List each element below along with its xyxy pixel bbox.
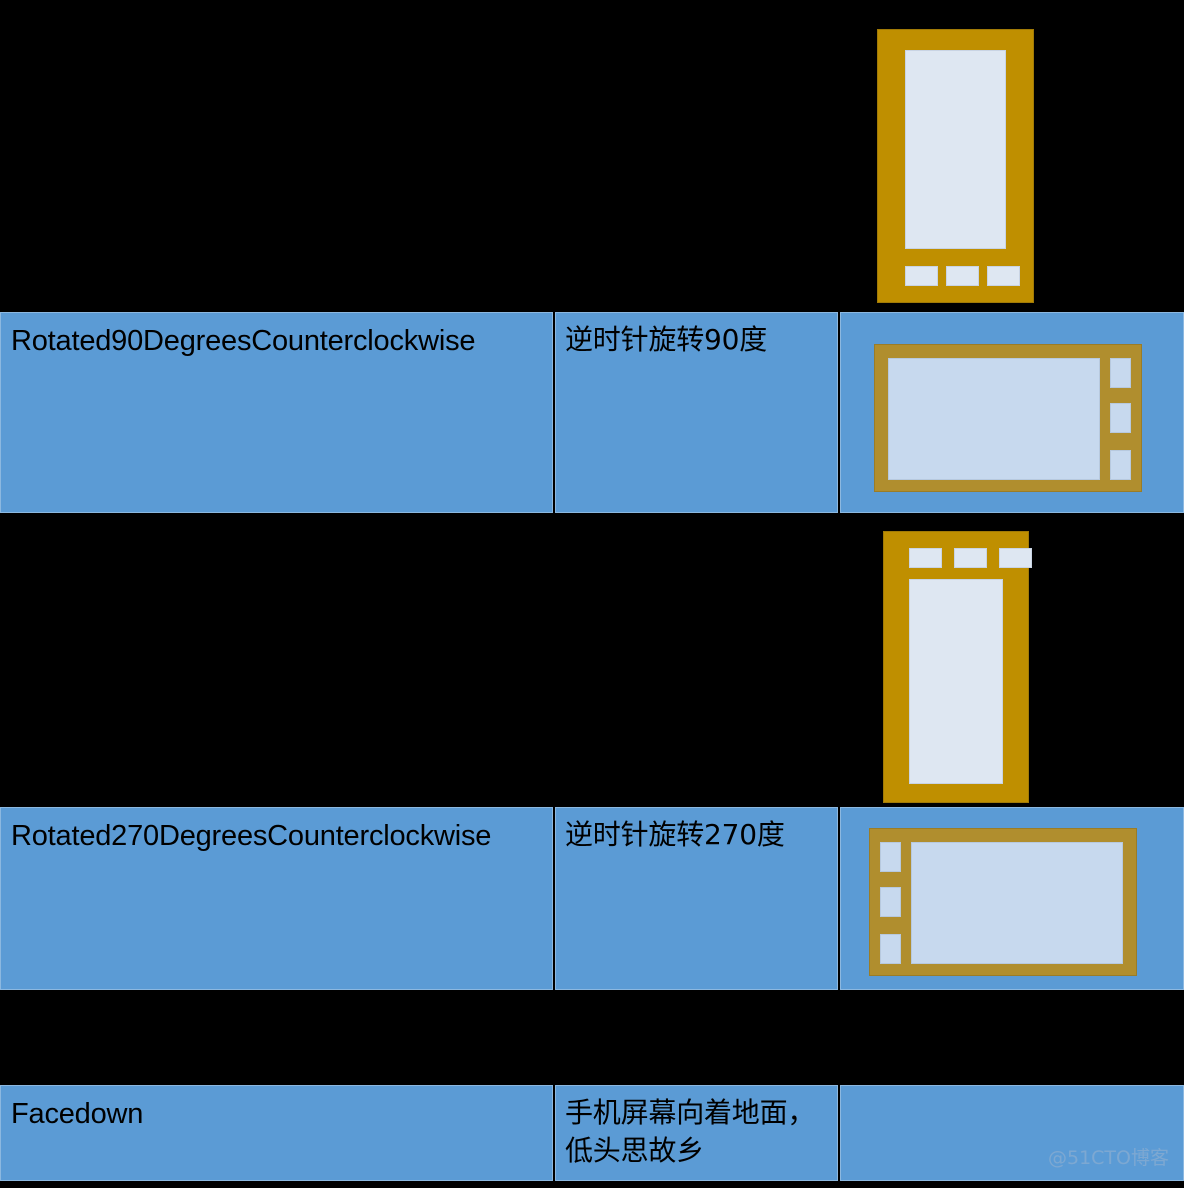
phone-button-2	[946, 266, 979, 286]
phone-button-1	[1110, 358, 1131, 388]
row-description-label: 逆时针旋转270度	[565, 818, 785, 851]
phone-button-3	[880, 934, 901, 964]
phone-screen	[909, 579, 1003, 784]
row-name-label: Rotated90DegreesCounterclockwise	[11, 325, 476, 357]
phone-portrait-buttons-top-icon	[883, 531, 1032, 803]
table-row: Rotated90DegreesCounterclockwise 逆时针旋转90…	[0, 312, 1184, 513]
row-name-cell[interactable]: Rotated270DegreesCounterclockwise	[0, 807, 553, 990]
table-row: Facedown 手机屏幕向着地面，低头思故乡 @51CTO博客	[0, 1085, 1184, 1181]
phone-button-3	[1110, 450, 1131, 480]
row-name-cell[interactable]: Facedown	[0, 1085, 553, 1181]
phone-button-2	[1110, 403, 1131, 433]
row-name-label: Rotated270DegreesCounterclockwise	[11, 820, 492, 852]
phone-portrait-buttons-bottom-icon	[877, 29, 1034, 303]
row-name-cell[interactable]: Rotated90DegreesCounterclockwise	[0, 312, 553, 513]
row-icon-cell[interactable]	[840, 807, 1184, 990]
phone-screen	[888, 358, 1100, 480]
table-row: Rotated270DegreesCounterclockwise 逆时针旋转2…	[0, 807, 1184, 990]
orientation-table-page: Rotated90DegreesCounterclockwise 逆时针旋转90…	[0, 0, 1184, 1188]
row-description-cell[interactable]: 逆时针旋转90度	[555, 312, 838, 513]
phone-screen	[911, 842, 1123, 964]
row-name-label: Facedown	[11, 1098, 144, 1130]
watermark-label: @51CTO博客	[1047, 1147, 1169, 1169]
row-icon-cell[interactable]: @51CTO博客	[840, 1085, 1184, 1181]
row-description-cell[interactable]: 手机屏幕向着地面，低头思故乡	[555, 1085, 838, 1181]
phone-button-2	[880, 887, 901, 917]
row-description-label: 手机屏幕向着地面，低头思故乡	[565, 1096, 816, 1167]
row-description-cell[interactable]: 逆时针旋转270度	[555, 807, 838, 990]
row-description-label: 逆时针旋转90度	[565, 323, 768, 356]
row-icon-cell[interactable]	[840, 312, 1184, 513]
phone-button-1	[909, 548, 942, 568]
phone-button-3	[987, 266, 1020, 286]
phone-button-1	[905, 266, 938, 286]
phone-landscape-buttons-right-icon	[874, 344, 1142, 492]
phone-landscape-buttons-left-icon	[869, 828, 1137, 976]
phone-button-2	[954, 548, 987, 568]
phone-button-1	[880, 842, 901, 872]
phone-button-3	[999, 548, 1032, 568]
phone-screen	[905, 50, 1006, 249]
